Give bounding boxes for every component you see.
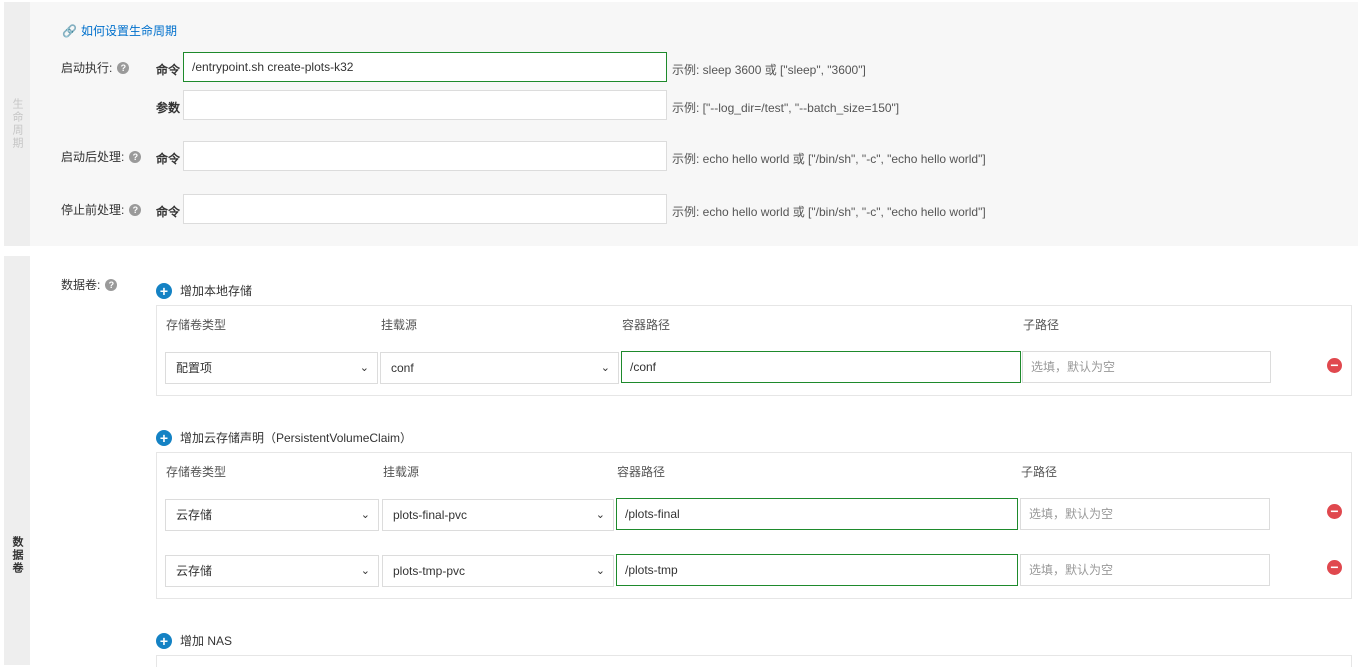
add-local-storage-label: 增加本地存储 xyxy=(180,284,253,298)
nas-table xyxy=(156,655,1352,667)
help-icon[interactable]: ? xyxy=(129,150,142,163)
chevron-down-icon: ⌄ xyxy=(595,565,605,577)
local-row-source-value: conf xyxy=(391,361,414,375)
link-icon: 🔗 xyxy=(62,23,77,38)
pvc-row-type-select[interactable]: 云存储 ⌄ xyxy=(165,555,379,587)
local-row-path-input[interactable]: /conf xyxy=(621,351,1021,383)
pvc-row-path-input[interactable]: /plots-tmp xyxy=(616,554,1018,586)
col-header-subpath: 子路径 xyxy=(1023,318,1060,332)
add-local-storage-button[interactable]: + 增加本地存储 xyxy=(156,282,252,299)
pvc-row-subpath-input[interactable]: 选填，默认为空 xyxy=(1020,554,1270,586)
pre-stop-label: 停止前处理: ? xyxy=(61,201,142,218)
chevron-down-icon: ⌄ xyxy=(595,509,605,521)
pvc-row-path-input[interactable]: /plots-final xyxy=(616,498,1018,530)
startup-command-input[interactable]: /entrypoint.sh create-plots-k32 xyxy=(183,52,667,82)
col-header-path: 容器路径 xyxy=(617,465,666,479)
volumes-side-label: 数据卷 xyxy=(11,536,23,575)
col-header-source: 挂载源 xyxy=(381,318,418,332)
post-start-command-input[interactable] xyxy=(183,141,667,171)
chevron-down-icon: ⌄ xyxy=(360,509,370,521)
startup-args-label: 参数 xyxy=(156,101,181,115)
post-start-command-hint: 示例: echo hello world 或 ["/bin/sh", "-c",… xyxy=(672,152,986,166)
lifecycle-side-label: 生命周期 xyxy=(11,98,23,150)
add-nas-button[interactable]: + 增加 NAS xyxy=(156,632,232,649)
pvc-row-source-select[interactable]: plots-final-pvc ⌄ xyxy=(382,499,614,531)
local-row-type-value: 配置项 xyxy=(176,361,213,375)
plus-circle-icon: + xyxy=(156,632,172,649)
lifecycle-help-link[interactable]: 🔗 如何设置生命周期 xyxy=(62,22,177,39)
col-header-subpath: 子路径 xyxy=(1021,465,1058,479)
local-row-source-select[interactable]: conf ⌄ xyxy=(380,352,619,384)
add-pvc-label: 增加云存储声明（PersistentVolumeClaim） xyxy=(180,431,413,445)
pre-stop-command-input[interactable] xyxy=(183,194,667,224)
post-start-command-label: 命令 xyxy=(156,152,181,166)
lifecycle-help-link-text: 如何设置生命周期 xyxy=(80,24,177,38)
col-header-type: 存储卷类型 xyxy=(166,465,227,479)
col-header-path: 容器路径 xyxy=(622,318,671,332)
col-header-type: 存储卷类型 xyxy=(166,318,227,332)
pre-stop-label-text: 停止前处理: xyxy=(61,203,125,217)
pvc-row-type-value: 云存储 xyxy=(176,508,213,522)
plus-circle-icon: + xyxy=(156,282,172,299)
post-start-label: 启动后处理: ? xyxy=(61,148,142,165)
pvc-row-type-select[interactable]: 云存储 ⌄ xyxy=(165,499,379,531)
post-start-label-text: 启动后处理: xyxy=(61,150,125,164)
volumes-label: 数据卷: ? xyxy=(61,276,118,293)
startup-command-hint: 示例: sleep 3600 或 ["sleep", "3600"] xyxy=(672,63,866,77)
startup-args-input[interactable] xyxy=(183,90,667,120)
add-pvc-button[interactable]: + 增加云存储声明（PersistentVolumeClaim） xyxy=(156,429,412,446)
volumes-label-text: 数据卷: xyxy=(61,278,101,292)
pvc-row-source-select[interactable]: plots-tmp-pvc ⌄ xyxy=(382,555,614,587)
pvc-row-type-value: 云存储 xyxy=(176,564,213,578)
remove-row-icon[interactable]: − xyxy=(1327,560,1342,575)
subpath-placeholder: 选填，默认为空 xyxy=(1029,507,1114,521)
startup-label-text: 启动执行: xyxy=(61,61,113,75)
add-nas-label: 增加 NAS xyxy=(180,634,233,648)
pvc-row-source-value: plots-tmp-pvc xyxy=(393,564,466,578)
startup-args-hint: 示例: ["--log_dir=/test", "--batch_size=15… xyxy=(672,101,900,115)
local-row-subpath-input[interactable]: 选填，默认为空 xyxy=(1022,351,1271,383)
local-row-type-select[interactable]: 配置项 ⌄ xyxy=(165,352,378,384)
subpath-placeholder: 选填，默认为空 xyxy=(1029,563,1114,577)
col-header-source: 挂载源 xyxy=(383,465,420,479)
pvc-row-subpath-input[interactable]: 选填，默认为空 xyxy=(1020,498,1270,530)
help-icon[interactable]: ? xyxy=(117,61,130,74)
help-icon[interactable]: ? xyxy=(129,203,142,216)
startup-command-label: 命令 xyxy=(156,63,181,77)
remove-row-icon[interactable]: − xyxy=(1327,358,1342,373)
chevron-down-icon: ⌄ xyxy=(359,362,369,374)
startup-label: 启动执行: ? xyxy=(61,59,130,76)
pre-stop-command-label: 命令 xyxy=(156,205,181,219)
plus-circle-icon: + xyxy=(156,429,172,446)
subpath-placeholder: 选填，默认为空 xyxy=(1031,360,1116,374)
help-icon[interactable]: ? xyxy=(105,278,118,291)
chevron-down-icon: ⌄ xyxy=(600,362,610,374)
remove-row-icon[interactable]: − xyxy=(1327,504,1342,519)
pre-stop-command-hint: 示例: echo hello world 或 ["/bin/sh", "-c",… xyxy=(672,205,986,219)
pvc-row-source-value: plots-final-pvc xyxy=(393,508,468,522)
chevron-down-icon: ⌄ xyxy=(360,565,370,577)
